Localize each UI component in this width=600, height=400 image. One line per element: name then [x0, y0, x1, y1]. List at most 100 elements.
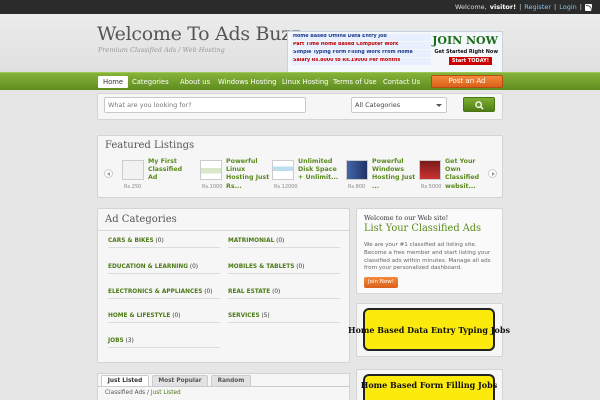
category-select[interactable]: All Categories: [351, 97, 447, 113]
featured-title: Featured Listings: [105, 140, 195, 151]
category-name[interactable]: HOME & LIFESTYLE: [108, 313, 170, 319]
category-link[interactable]: SERVICES (5): [228, 313, 270, 319]
search-bar: What are you looking for? All Categories: [97, 93, 503, 120]
category-link[interactable]: REAL ESTATE (0): [228, 289, 280, 295]
divider: [108, 347, 220, 348]
site-tagline: Premium Classified Ads / Web Hosting: [98, 46, 225, 54]
welcome-heading: Welcome to our Web site!: [364, 214, 449, 222]
listing-thumbnail[interactable]: [272, 160, 294, 180]
nav-item-terms-of-use[interactable]: Terms of Use: [333, 76, 377, 88]
side-ad[interactable]: Home Based Data Entry Typing Jobs: [348, 303, 510, 357]
listing-title[interactable]: Powerful Linux Hosting Just Rs...: [226, 158, 270, 191]
category-link[interactable]: MATRIMONIAL (0): [228, 238, 284, 244]
listing-price: Rs.800: [348, 184, 366, 190]
breadcrumb: Classified Ads / Just Listed: [105, 390, 181, 396]
category-count: (5): [261, 313, 270, 319]
side-ad[interactable]: Home Based Form Filling Jobs: [356, 369, 503, 400]
category-count: (0): [272, 289, 281, 295]
category-count: (3): [125, 338, 134, 344]
tab-random[interactable]: Random: [211, 375, 251, 386]
banner-headline: JOIN NOW: [432, 34, 498, 47]
listing-title[interactable]: Unlimited Disk Space + Unlimit...: [298, 158, 342, 183]
separator: |: [519, 3, 522, 11]
listing-thumbnail[interactable]: [346, 160, 368, 180]
category-count: (0): [172, 313, 181, 319]
category-count: (0): [296, 264, 305, 270]
nav-item-categories[interactable]: Categories: [132, 76, 169, 88]
user-links: Welcome, visitor! | Register | Login |: [455, 3, 592, 11]
login-link[interactable]: Login: [559, 3, 577, 11]
register-link[interactable]: Register: [524, 3, 551, 11]
category-link[interactable]: CARS & BIKES (0): [108, 238, 164, 244]
category-name[interactable]: EDUCATION & LEARNING: [108, 264, 188, 270]
carousel-next-arrow-icon[interactable]: [488, 169, 497, 178]
category-link[interactable]: ELECTRONICS & APPLIANCES (0): [108, 289, 212, 295]
category-link[interactable]: JOBS (3): [108, 338, 134, 344]
separator: |: [554, 3, 557, 11]
search-button[interactable]: [463, 97, 495, 112]
site-title[interactable]: Welcome To Ads Buzz: [97, 23, 301, 45]
listing-thumbnail[interactable]: [122, 160, 144, 180]
site-header: Welcome To Ads Buzz Premium Classified A…: [0, 14, 600, 75]
listing-title[interactable]: Get Your Own Classified websit...: [445, 158, 489, 191]
search-input[interactable]: What are you looking for?: [104, 97, 306, 113]
category-count: (0): [155, 238, 164, 244]
category-name[interactable]: CARS & BIKES: [108, 238, 154, 244]
category-name[interactable]: JOBS: [108, 338, 124, 344]
divider: [98, 230, 349, 231]
side-ad-banner[interactable]: Home Based Data Entry Typing Jobs: [348, 308, 510, 351]
category-name[interactable]: MATRIMONIAL: [228, 238, 274, 244]
category-count: (0): [204, 289, 213, 295]
divider: [228, 247, 340, 248]
welcome-subheading: List Your Classified Ads: [364, 223, 482, 234]
featured-item[interactable]: Rs.5000 Get Your Own Classified websit..…: [419, 158, 489, 196]
divider: [108, 247, 220, 248]
featured-item[interactable]: Rs.1000 Powerful Linux Hosting Just Rs..…: [200, 158, 270, 196]
nav-item-about-us[interactable]: About us: [180, 76, 210, 88]
category-name[interactable]: MOBILES & TABLETS: [228, 264, 294, 270]
nav-item-contact-us[interactable]: Contact Us: [383, 76, 420, 88]
nav-item-linux-hosting[interactable]: Linux Hosting: [282, 76, 328, 88]
category-count: (0): [189, 264, 199, 270]
listing-title[interactable]: Powerful Windows Hosting Just ...: [372, 158, 416, 191]
category-link[interactable]: EDUCATION & LEARNING (0): [108, 264, 198, 270]
category-name[interactable]: SERVICES: [228, 313, 260, 319]
nav-item-windows-hosting[interactable]: Windows Hosting: [218, 76, 277, 88]
nav-item-home[interactable]: Home: [98, 76, 129, 88]
breadcrumb-current[interactable]: Just Listed: [151, 390, 181, 396]
banner-cta: Start TODAY!: [448, 57, 492, 65]
divider: [108, 298, 220, 299]
listing-tabs: Just Listed Most Popular Random Classifi…: [97, 373, 350, 400]
tab-most-popular[interactable]: Most Popular: [152, 375, 208, 386]
featured-item[interactable]: Rs.12000 Unlimited Disk Space + Unlimit.…: [272, 158, 342, 196]
header-banner-ad[interactable]: Home Based Offline Data Entry Job Part T…: [287, 31, 503, 75]
ad-categories-title: Ad Categories: [105, 214, 177, 225]
listing-title[interactable]: My First Classified Ad: [148, 158, 192, 183]
divider: [98, 386, 349, 387]
post-ad-button[interactable]: Post an Ad: [431, 75, 503, 88]
banner-lines: Home Based Offline Data Entry Job Part T…: [291, 34, 431, 66]
listing-thumbnail[interactable]: [200, 160, 222, 180]
rss-icon[interactable]: [585, 3, 592, 11]
listing-price: Rs.1000: [202, 184, 223, 190]
featured-item[interactable]: Rs.800 Powerful Windows Hosting Just ...: [346, 158, 416, 196]
banner-line: Home Based Offline Data Entry Job: [291, 34, 431, 41]
welcome-box: Welcome to our Web site! List Your Class…: [356, 208, 503, 294]
category-name[interactable]: ELECTRONICS & APPLIANCES: [108, 289, 202, 295]
category-link[interactable]: MOBILES & TABLETS (0): [228, 264, 304, 270]
featured-item[interactable]: Rs.250 My First Classified Ad: [122, 158, 192, 196]
divider: [228, 298, 340, 299]
breadcrumb-root[interactable]: Classified Ads: [105, 390, 145, 396]
listing-price: Rs.250: [124, 184, 142, 190]
divider: [228, 273, 340, 274]
side-ad-banner[interactable]: Home Based Form Filling Jobs: [361, 374, 497, 400]
listing-thumbnail[interactable]: [419, 160, 441, 180]
category-name[interactable]: REAL ESTATE: [228, 289, 270, 295]
banner-line: Part Time Home Based Computer Work: [291, 42, 431, 49]
carousel-prev-arrow-icon[interactable]: [104, 169, 113, 178]
category-count: (0): [276, 238, 285, 244]
tab-just-listed[interactable]: Just Listed: [101, 375, 149, 386]
join-now-button[interactable]: Join Now!: [364, 277, 398, 288]
category-link[interactable]: HOME & LIFESTYLE (0): [108, 313, 180, 319]
ad-categories: Ad Categories CARS & BIKES (0) MATRIMONI…: [97, 208, 350, 363]
